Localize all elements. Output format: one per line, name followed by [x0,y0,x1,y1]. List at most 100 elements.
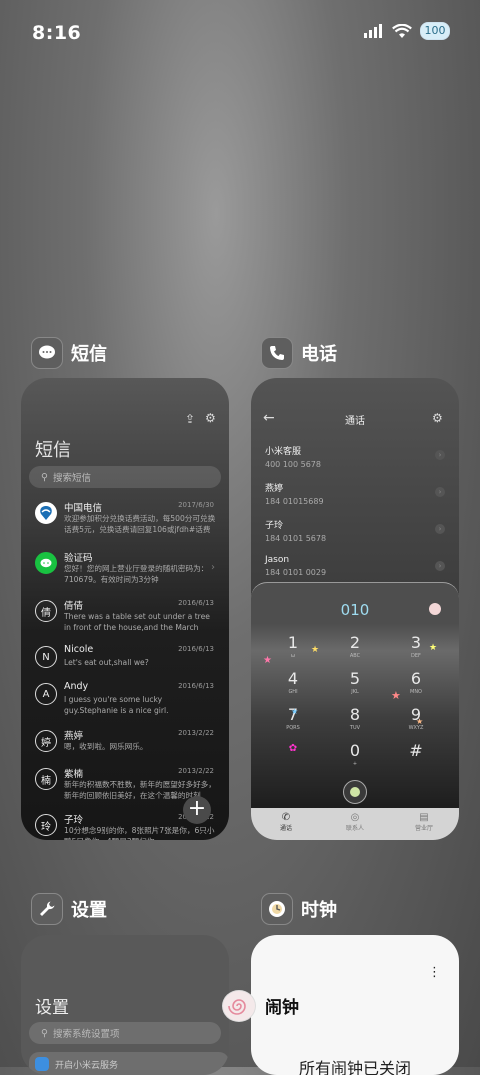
contact-name: Jason [265,555,290,565]
message-date: 2016/6/13 [178,599,214,607]
store-icon: ▤ [419,812,429,823]
key-digit: 4 [287,669,299,688]
key-letters: ω [290,653,296,659]
settings-gear-icon[interactable]: ⚙ [432,411,443,425]
key-letters: PQRS [286,725,300,731]
sms-app-card[interactable]: ⇪ ⚙ 短信 ⚲ 搜索短信 中国电信 2017/6/30 欢迎参加积分兑换话费活… [21,378,229,840]
tab-label: 通话 [279,825,292,832]
message-date: 2013/2/22 [178,767,214,775]
message-sender: Andy [64,681,89,692]
message-item[interactable]: 中国电信 2017/6/30 欢迎参加积分兑换话费活动，每500分可兑换话费5元… [21,500,229,546]
tab-label: 联系人 [345,825,364,832]
message-date: 2016/6/13 [178,645,214,653]
contact-number: 184 0101 5678 [265,534,327,543]
alarm-swirl-icon [222,990,256,1022]
phone-tab-bar: ✆ 通话 ◎ 联系人 ▤ 营业厅 [251,808,459,840]
call-flower-icon [350,787,360,797]
dial-key[interactable]: 5 JKL [340,669,370,695]
no-alarm-text: 所有闹钟已关闭 [298,1059,411,1075]
message-item[interactable]: A Andy 2016/6/13 I guess you're some luc… [21,681,229,727]
dial-key[interactable]: 3 DEF [401,633,431,659]
key-letters: ABC [349,653,361,659]
message-preview: I guess you're some lucky guy.Stephanie … [64,695,169,715]
settings-app-header[interactable]: 设置 [31,893,107,925]
info-icon[interactable]: › [435,487,445,497]
contact-item[interactable]: 小米客服 400 100 5678 › [265,444,445,478]
alarm-header: 闹钟 [265,998,299,1018]
star-decoration-icon: ★ [291,707,299,716]
sms-app-header[interactable]: 短信 [31,337,107,369]
message-preview: There was a table set out under a tree i… [64,612,210,632]
tab-service-hall[interactable]: ▤ 营业厅 [409,812,439,832]
key-digit: 5 [349,669,361,688]
status-icons: 100 [364,22,450,40]
key-digit: 3 [410,633,422,652]
star-decoration-icon: ★ [416,717,424,726]
settings-search-placeholder: 搜索系统设置项 [52,1029,120,1040]
message-sender: 燕婷 [64,731,84,742]
dial-key[interactable]: 6 MNO [401,669,431,695]
dial-key[interactable]: 2 ABC [340,633,370,659]
key-digit: 2 [349,633,361,652]
key-letters: GHI [288,689,298,695]
avatar: 楠 [35,768,57,790]
tab-contacts[interactable]: ◎ 联系人 [340,812,370,832]
key-letters: JKL [351,689,359,695]
search-icon: ⚲ [41,471,48,483]
key-digit: # [409,741,423,760]
dial-key[interactable]: # [401,741,431,760]
avatar: 倩 [35,600,57,622]
flower-icon: ✿ [288,743,298,754]
mi-cloud-item[interactable]: 开启小米云服务 [29,1052,229,1075]
dial-key[interactable]: 1ω [278,633,308,659]
key-digit: 1 [287,633,299,652]
dial-key-star[interactable]: ✿ [278,743,308,754]
info-icon[interactable]: › [435,450,445,460]
tab-calls[interactable]: ✆ 通话 [271,812,301,832]
person-icon: ◎ [350,812,360,823]
contact-number: 184 0101 0029 [265,568,327,577]
status-time: 8:16 [32,22,82,44]
sms-search-placeholder: 搜索短信 [52,473,91,484]
avatar: 婷 [35,730,57,752]
clock-app-header[interactable]: 时钟 [261,893,337,925]
call-button[interactable] [343,780,367,804]
star-decoration-icon: ★ [311,645,320,655]
contact-number: 184 01015689 [265,497,324,506]
avatar: N [35,646,57,668]
message-preview: 欢迎参加积分兑换话费活动，每500分可兑换话费5元，兑换话费请回复106或jfd… [64,514,216,534]
dial-input[interactable]: 010 [251,601,459,619]
message-item[interactable]: 倩 倩倩 2016/6/13 There was a table set out… [21,598,229,644]
cloud-icon [35,1057,49,1071]
message-bubble-icon [31,337,63,369]
battery-icon: 100 [420,22,450,40]
message-sender: 中国电信 [64,503,103,514]
phone-title: 通话 [345,416,365,427]
contact-item[interactable]: 子玲 184 0101 5678 › [265,518,445,552]
message-item[interactable]: 验证码 › 您好！您的网上营业厅登录的随机密码为：710679。有效时间为3分钟 [21,550,229,596]
settings-gear-icon[interactable]: ⚙ [205,411,216,425]
avatar: 玲 [35,814,57,836]
delete-flower-icon[interactable] [429,603,441,615]
settings-app-card[interactable]: 设置 ⚲ 搜索系统设置项 开启小米云服务 [21,935,229,1075]
contact-name: 子玲 [265,521,284,531]
more-menu-icon[interactable]: ⋮ [428,965,441,980]
contact-item[interactable]: 燕婷 184 01015689 › [265,481,445,515]
dial-key[interactable]: 8 TUV [340,705,370,731]
star-decoration-icon: ★ [429,643,438,653]
info-icon[interactable]: › [435,524,445,534]
key-letters: TUV [349,725,361,731]
phone-app-header[interactable]: 电话 [261,337,337,369]
info-icon[interactable]: › [435,561,445,571]
dial-key[interactable]: 4 GHI [278,669,308,695]
phone-app-card[interactable]: ← 通话 ⚙ 小米客服 400 100 5678 › 燕婷 184 010156… [251,378,459,840]
wrench-icon [31,893,63,925]
settings-search-input[interactable]: ⚲ 搜索系统设置项 [29,1022,221,1044]
contact-name: 燕婷 [265,484,284,494]
message-preview: 您好！您的网上营业厅登录的随机密码为：710679。有效时间为3分钟 [64,564,209,584]
new-message-plus-icon[interactable]: + [183,796,211,824]
sms-search-input[interactable]: ⚲ 搜索短信 [29,466,221,488]
message-sender: Nicole [64,644,94,655]
share-icon[interactable]: ⇪ [185,412,195,426]
dial-key[interactable]: 0 + [340,741,370,767]
